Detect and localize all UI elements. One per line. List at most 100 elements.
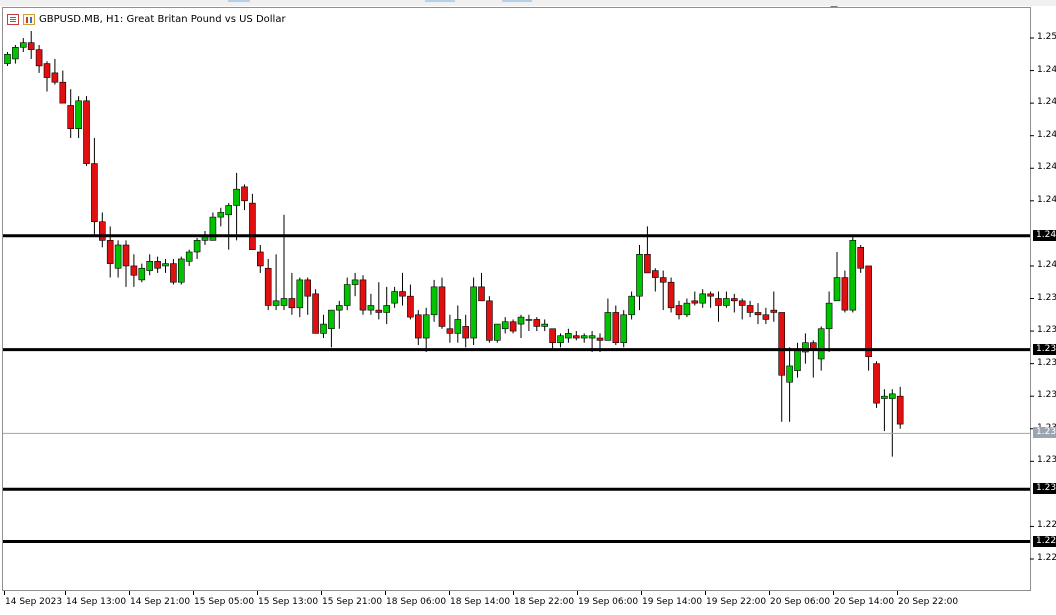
- price-axis-label: 1.22950: [1037, 520, 1056, 531]
- candle-bear: [572, 335, 580, 339]
- candle-bear: [746, 305, 754, 313]
- candle-bear: [170, 263, 177, 283]
- time-axis-label: 18 Sep 14:00: [450, 597, 511, 607]
- level-price-tag: 1.23710: [1033, 343, 1056, 355]
- time-axis-label: 20 Sep 14:00: [834, 597, 895, 607]
- price-axis-label: 1.23790: [1037, 325, 1056, 336]
- candle-bull: [138, 267, 146, 281]
- candle-bull: [280, 298, 288, 306]
- level-price-tag: 1.24200: [1033, 229, 1056, 241]
- candle-bull: [501, 321, 509, 330]
- candle-bear: [438, 286, 446, 327]
- price-axis-label: 1.24490: [1037, 162, 1056, 173]
- time-axis-label: 15 Sep 21:00: [322, 597, 383, 607]
- time-axis-label: 14 Sep 2023: [5, 597, 63, 607]
- candle-bear: [43, 63, 51, 78]
- price-axis-label: 1.23510: [1037, 390, 1056, 401]
- candle-bull: [178, 258, 185, 283]
- time-axis-tick: [577, 591, 578, 595]
- candle-bull: [580, 335, 588, 339]
- candle-bull: [225, 205, 232, 216]
- candle-bull: [454, 319, 462, 334]
- price-axis-label: 1.23650: [1037, 357, 1056, 368]
- candle-bull: [296, 279, 304, 309]
- market-watch-icon[interactable]: [7, 13, 19, 25]
- time-axis-tick: [705, 591, 706, 595]
- candle-bear: [478, 286, 485, 302]
- candle-bull: [825, 302, 833, 330]
- candle-bear: [407, 295, 414, 318]
- candle-bull: [4, 53, 11, 64]
- candle-bull: [794, 349, 801, 371]
- candle-bear: [873, 363, 880, 404]
- candle-bull: [422, 314, 430, 339]
- candle-bull: [565, 333, 572, 339]
- candle-bull: [75, 100, 82, 130]
- candle-bear: [738, 300, 746, 306]
- price-axis-label: 1.24070: [1037, 259, 1056, 270]
- candle-bear: [35, 49, 43, 67]
- candle-bull: [351, 279, 359, 285]
- candle-bear: [375, 309, 383, 313]
- candle-bull: [723, 298, 730, 306]
- price-axis-label: 1.24350: [1037, 194, 1056, 205]
- candle-bull: [541, 323, 549, 327]
- candle-bear: [691, 300, 699, 304]
- chart-type-icon[interactable]: [23, 13, 35, 25]
- level-price-tag: 1.22885: [1033, 535, 1056, 547]
- price-axis-label: 1.22810: [1037, 553, 1056, 563]
- chart-header: GBPUSD.MB, H1: Great Britan Pound vs US …: [7, 12, 286, 26]
- time-axis-tick: [513, 591, 514, 595]
- time-axis-tick: [641, 591, 642, 595]
- candle-bear: [304, 279, 312, 297]
- candle-bull: [786, 365, 793, 383]
- candle-bull: [833, 277, 841, 302]
- candle-bear: [27, 42, 35, 50]
- candle-bull: [335, 305, 343, 311]
- candle-bull: [320, 323, 327, 334]
- candle-bull: [517, 316, 525, 325]
- candle-bull: [604, 312, 612, 341]
- candle-bear: [83, 100, 90, 164]
- candle-bull: [328, 309, 335, 330]
- candle-bear: [659, 277, 667, 283]
- candle-bear: [509, 321, 517, 332]
- candle-bear: [715, 298, 722, 306]
- candle-bear: [130, 265, 138, 276]
- candle-bear: [841, 277, 849, 311]
- candle-bull: [636, 254, 643, 297]
- time-axis-tick: [833, 591, 834, 595]
- candle-bull: [588, 335, 596, 339]
- time-axis-label: 18 Sep 06:00: [386, 597, 447, 607]
- candle-bull: [888, 393, 896, 399]
- candle-bull: [162, 263, 169, 267]
- candle-bear: [67, 105, 74, 130]
- candlestick-chart[interactable]: [0, 0, 1056, 615]
- candle-bear: [51, 72, 59, 83]
- candle-bear: [707, 293, 714, 297]
- candle-bull: [525, 319, 533, 321]
- time-axis-tick: [129, 591, 130, 595]
- candle-bull: [881, 395, 888, 399]
- candle-bear: [667, 281, 675, 309]
- candle-bear: [91, 163, 98, 223]
- time-axis-label: 15 Sep 05:00: [194, 597, 255, 607]
- candle-bull: [628, 295, 635, 316]
- time-axis-label: 15 Sep 13:00: [258, 597, 319, 607]
- time-axis-tick: [321, 591, 322, 595]
- candle-bear: [241, 186, 248, 202]
- candle-bear: [288, 298, 296, 309]
- candle-bear: [486, 300, 493, 341]
- candle-bear: [256, 251, 264, 267]
- candle-bull: [272, 300, 280, 306]
- time-axis-label: 14 Sep 21:00: [130, 597, 191, 607]
- candle-bull: [430, 286, 438, 316]
- price-axis-label: 1.23930: [1037, 292, 1056, 303]
- time-axis-label: 20 Sep 06:00: [770, 597, 831, 607]
- time-axis-tick: [769, 591, 770, 595]
- candle-bear: [59, 81, 67, 104]
- candle-bear: [549, 328, 556, 343]
- current-price-tag: 1.23350: [1033, 427, 1056, 439]
- candle-bear: [770, 309, 778, 313]
- time-axis-label: 19 Sep 22:00: [706, 597, 767, 607]
